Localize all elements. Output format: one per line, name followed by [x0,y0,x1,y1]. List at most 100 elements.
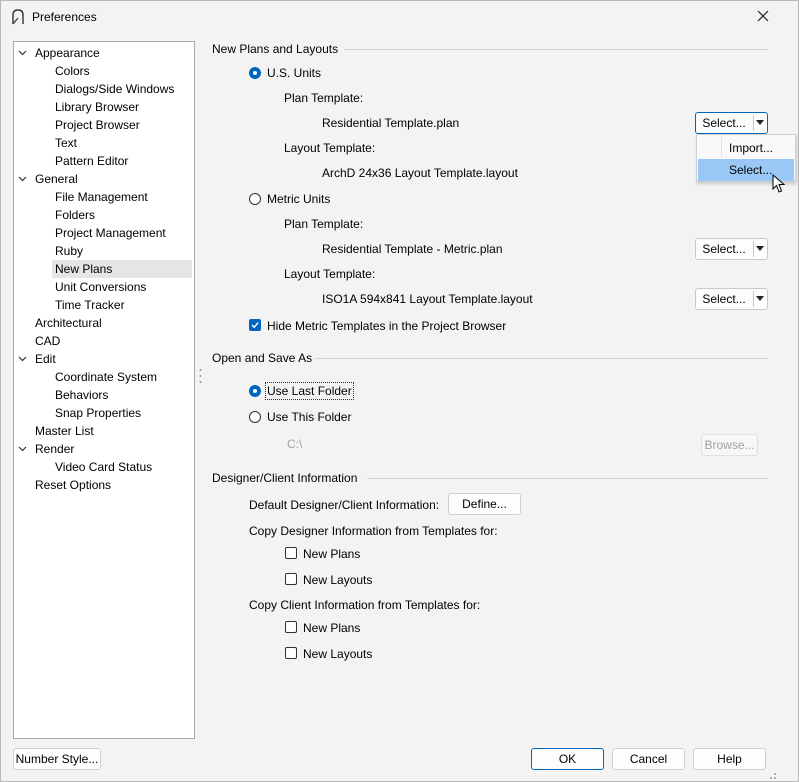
preferences-window: Preferences Appearance Colors Dialogs/Side… [0,0,799,782]
tree-item[interactable]: Library Browser [55,98,139,116]
tree-item-label: Render [35,442,75,456]
tree-item-label: Coordinate System [55,370,158,384]
help-button[interactable]: Help [693,748,766,770]
dropdown-arrow-icon[interactable] [756,246,764,252]
splitter-handle[interactable] [199,366,202,386]
tree-item[interactable]: Project Management [55,224,166,242]
tree-item[interactable]: Behaviors [55,386,108,404]
category-tree[interactable]: Appearance Colors Dialogs/Side Windows Libr… [13,41,195,739]
menu-item-import[interactable]: Import... [698,137,794,159]
hide-metric-label[interactable]: Hide Metric Templates in the Project Bro… [267,319,506,333]
us-plan-template-label: Plan Template: [284,91,364,105]
select-label[interactable]: Select... [696,289,752,309]
menu-gutter [721,137,722,157]
new-plans-heading: New Plans and Layouts [212,42,339,56]
tree-item-label: Architectural [35,316,102,330]
tree-item[interactable]: Edit [35,350,56,368]
chevron-down-icon[interactable] [18,350,27,368]
us-layout-template-value: ArchD 24x36 Layout Template.layout [322,166,518,180]
tree-item[interactable]: Video Card Status [55,458,152,476]
tree-item[interactable]: Snap Properties [55,404,141,422]
folder-path: C:\ [287,437,303,451]
hide-metric-checkbox[interactable] [249,319,261,331]
tree-item[interactable]: Colors [55,62,90,80]
metric-plan-select-button[interactable]: Select... [695,238,768,260]
tree-item[interactable]: Ruby [55,242,83,260]
split-separator [753,115,754,131]
use-this-folder-radio[interactable] [249,411,261,423]
tree-item[interactable]: Reset Options [35,476,111,494]
default-designer-label: Default Designer/Client Information: [249,498,440,512]
select-label[interactable]: Select... [696,239,752,259]
tree-item[interactable]: Text [55,134,77,152]
chevron-down-icon[interactable] [18,170,27,188]
close-icon[interactable] [752,5,774,27]
designer-new-layouts-checkbox[interactable] [285,573,297,585]
tree-item[interactable]: File Management [55,188,148,206]
cancel-button[interactable]: Cancel [612,748,685,770]
tree-item[interactable]: Dialogs/Side Windows [55,80,174,98]
tree-item-label: Pattern Editor [55,154,129,168]
tree-item-label: Project Browser [55,118,140,132]
us-units-label[interactable]: U.S. Units [267,66,321,80]
tree-item[interactable]: Folders [55,206,95,224]
copy-client-label: Copy Client Information from Templates f… [249,598,481,612]
tree-item-label: Master List [35,424,94,438]
use-this-folder-label[interactable]: Use This Folder [267,410,351,424]
us-plan-template-value: Residential Template.plan [322,116,460,130]
tree-item-label: Text [55,136,78,150]
tree-item-label: General [35,172,78,186]
tree-item[interactable]: CAD [35,332,60,350]
metric-units-label[interactable]: Metric Units [267,192,330,206]
metric-plan-template-label: Plan Template: [284,217,364,231]
metric-layout-select-button[interactable]: Select... [695,288,768,310]
designer-new-plans-label[interactable]: New Plans [303,547,360,561]
tree-item-label: Dialogs/Side Windows [55,82,175,96]
ok-button[interactable]: OK [531,748,604,770]
tree-item[interactable]: New Plans [52,260,192,278]
tree-item[interactable]: Time Tracker [55,296,125,314]
us-plan-select-button[interactable]: Select... [695,112,768,134]
metric-units-radio[interactable] [249,193,261,205]
tree-item[interactable]: Appearance [35,44,100,62]
tree-item-label: New Plans [55,262,113,276]
us-units-radio[interactable] [249,67,261,79]
use-last-folder-radio[interactable] [249,385,261,397]
client-new-layouts-label[interactable]: New Layouts [303,647,372,661]
copy-designer-label: Copy Designer Information from Templates… [249,524,498,538]
designer-new-plans-checkbox[interactable] [285,547,297,559]
tree-item-label: Unit Conversions [55,280,147,294]
designer-heading: Designer/Client Information [212,471,358,485]
app-logo-icon [12,9,24,25]
split-separator [753,241,754,257]
checkmark-icon [251,322,259,329]
tree-item-label: Appearance [35,46,100,60]
define-button[interactable]: Define... [448,493,521,515]
tree-item[interactable]: Project Browser [55,116,140,134]
tree-item[interactable]: General [35,170,78,188]
dropdown-arrow-icon[interactable] [756,296,764,302]
dropdown-arrow-icon[interactable] [756,120,764,126]
designer-new-layouts-label[interactable]: New Layouts [303,573,372,587]
tree-item[interactable]: Render [35,440,74,458]
tree-item-label: Edit [35,352,56,366]
resize-grip-icon[interactable] [765,768,777,780]
tree-item-label: Ruby [55,244,84,258]
tree-item-label: Folders [55,208,96,222]
tree-item[interactable]: Pattern Editor [55,152,128,170]
select-label[interactable]: Select... [696,113,752,133]
title-bar[interactable]: Preferences [1,1,798,33]
tree-item-label: Snap Properties [55,406,142,420]
tree-item[interactable]: Master List [35,422,94,440]
chevron-down-icon[interactable] [18,440,27,458]
tree-item[interactable]: Architectural [35,314,102,332]
client-new-plans-checkbox[interactable] [285,621,297,633]
browse-button[interactable]: Browse... [701,434,758,456]
tree-item[interactable]: Unit Conversions [55,278,146,296]
client-new-plans-label[interactable]: New Plans [303,621,360,635]
chevron-down-icon[interactable] [18,44,27,62]
client-new-layouts-checkbox[interactable] [285,647,297,659]
use-last-folder-label[interactable]: Use Last Folder [265,382,354,400]
tree-item[interactable]: Coordinate System [55,368,157,386]
number-style-button[interactable]: Number Style... [13,748,101,770]
